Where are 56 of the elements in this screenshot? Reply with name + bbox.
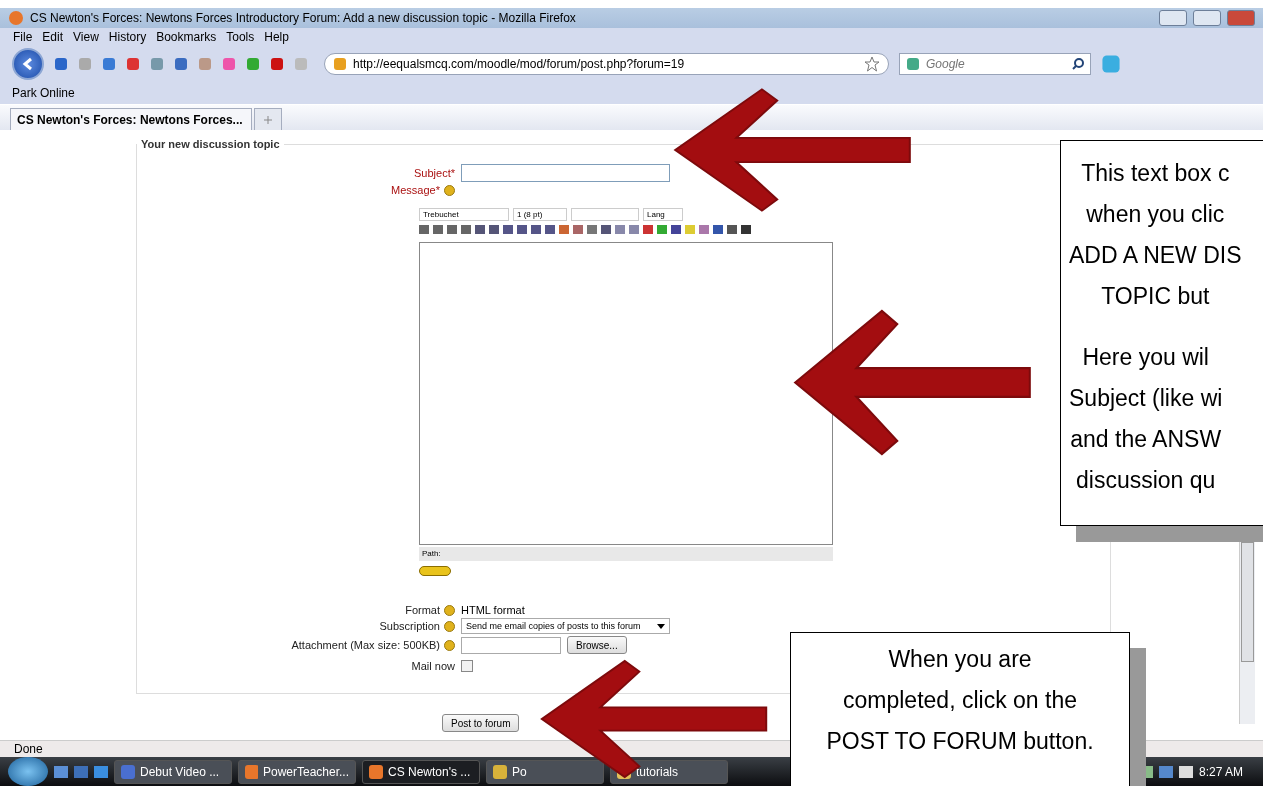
menu-item[interactable]: Bookmarks xyxy=(156,30,217,44)
plus-icon xyxy=(264,115,272,124)
format-value: HTML format xyxy=(461,604,525,616)
field-label: Subject* xyxy=(413,167,455,179)
mail-now-checkbox[interactable] xyxy=(461,660,473,672)
start-button[interactable] xyxy=(8,757,48,786)
post-button[interactable]: Post to forum xyxy=(442,714,520,732)
star-icon[interactable] xyxy=(864,56,880,72)
taskbar-button[interactable]: CS Newton's ... xyxy=(362,759,480,784)
menu-item[interactable]: Tools xyxy=(226,30,255,44)
attachment-field[interactable] xyxy=(461,636,561,654)
field-label: Message* xyxy=(390,184,440,196)
restore-button[interactable] xyxy=(1193,10,1221,26)
search-icon[interactable] xyxy=(1072,58,1084,70)
help-icon[interactable] xyxy=(444,184,455,196)
menu-item[interactable]: History xyxy=(108,30,147,44)
field-label: Attachment (Max size: 500KB) xyxy=(290,639,440,651)
taskbar-button[interactable]: Debut Video ... xyxy=(114,759,232,784)
address-field[interactable]: http://eequalsmcq.com/moodle/mod/forum/post.php?forum=19 xyxy=(324,53,889,75)
field-label: Subscription xyxy=(378,620,440,632)
field-label: Mail now xyxy=(410,660,455,672)
callout-text: When you are completed, click on the POST TO FORUM button. xyxy=(825,645,1095,756)
minimize-button[interactable] xyxy=(1159,10,1187,26)
browse-button[interactable]: Browse... xyxy=(567,636,627,654)
language-select[interactable]: Lang xyxy=(643,208,683,221)
help-icon[interactable] xyxy=(444,620,455,632)
browser-tab[interactable]: CS Newton's Forces: Newtons Forces... xyxy=(10,108,252,130)
new-tab-button[interactable] xyxy=(254,108,282,130)
format-select[interactable] xyxy=(571,208,639,221)
subject-field[interactable] xyxy=(461,164,670,182)
path-bar: Path: xyxy=(419,547,833,561)
callout-text: This text box c when you clic ADD A NEW DIS TOPIC but xyxy=(1069,159,1242,311)
taskbar-button[interactable]: PowerTeacher... xyxy=(238,759,356,784)
menu-item[interactable]: File xyxy=(13,30,33,44)
status-text: Done xyxy=(14,742,43,756)
taskbar-button[interactable]: Po xyxy=(486,759,604,784)
callout-text: Here you wil Subject (like wi and the ANSW discussion qu xyxy=(1069,343,1223,495)
subscription-select[interactable]: Send me email copies of posts to this forum xyxy=(461,618,670,634)
help-icon[interactable] xyxy=(444,604,455,616)
menu-item[interactable]: Edit xyxy=(42,30,64,44)
section-title: Your new discussion topic xyxy=(140,138,281,150)
help-icon[interactable] xyxy=(444,639,455,651)
dropdown-caret-icon xyxy=(657,623,665,629)
clock: 8:27 AM xyxy=(1198,764,1244,779)
menu-item[interactable]: Help xyxy=(264,30,289,44)
message-field[interactable] xyxy=(419,242,833,545)
back-button[interactable] xyxy=(12,48,44,80)
window-title: CS Newton's Forces: Newtons Forces Introductory Forum: Add a new discussion topic - Mozilla Firefox xyxy=(30,11,577,25)
field-label: Format xyxy=(404,604,440,616)
menu-item[interactable]: View xyxy=(73,30,99,44)
size-select[interactable]: 1 (8 pt) xyxy=(513,208,567,221)
search-field[interactable]: Google xyxy=(899,53,1091,75)
scrollbar[interactable] xyxy=(1239,542,1255,724)
close-button[interactable] xyxy=(1227,10,1255,26)
bookmark-link[interactable]: Park Online xyxy=(12,86,75,100)
font-select[interactable]: Trebuchet xyxy=(419,208,509,221)
